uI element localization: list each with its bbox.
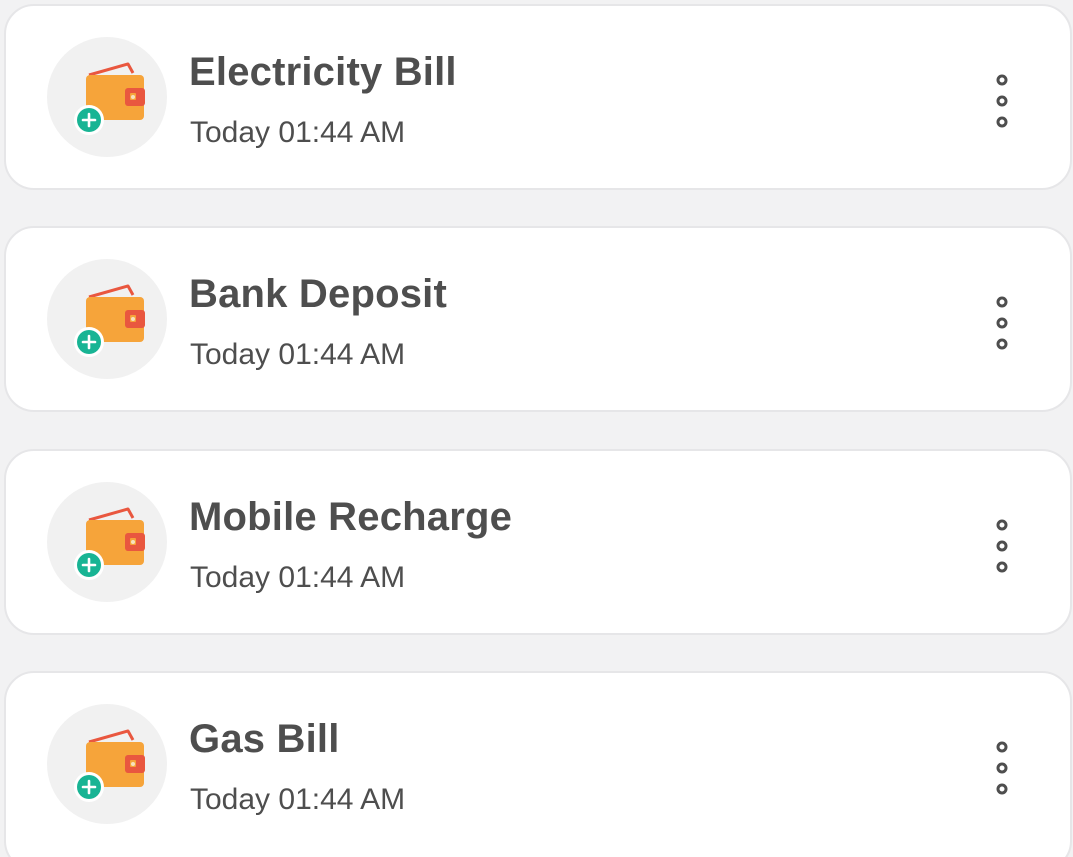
more-vertical-icon [996, 519, 1008, 573]
more-vertical-icon [996, 296, 1008, 350]
transaction-list: Electricity Bill Today 01:44 AM Bank Dep… [0, 0, 1073, 857]
more-options-button[interactable] [985, 64, 1019, 138]
more-vertical-icon [996, 741, 1008, 795]
transaction-icon-container [47, 37, 167, 157]
transaction-card[interactable]: Mobile Recharge Today 01:44 AM [4, 449, 1072, 635]
more-options-button[interactable] [985, 509, 1019, 583]
more-options-button[interactable] [985, 286, 1019, 360]
transaction-card[interactable]: Electricity Bill Today 01:44 AM [4, 4, 1072, 190]
transaction-icon-container [47, 259, 167, 379]
more-vertical-icon [996, 74, 1008, 128]
wallet-add-icon [74, 507, 145, 580]
more-options-button[interactable] [985, 731, 1019, 805]
transaction-title: Electricity Bill [189, 50, 457, 94]
transaction-time: Today 01:44 AM [190, 338, 406, 371]
transaction-title: Bank Deposit [189, 272, 448, 316]
transaction-time: Today 01:44 AM [190, 561, 406, 594]
transaction-time: Today 01:44 AM [190, 116, 406, 149]
wallet-add-icon [74, 284, 145, 357]
transaction-icon-container [47, 704, 167, 824]
wallet-add-icon [74, 62, 145, 135]
transaction-title: Gas Bill [189, 717, 340, 761]
wallet-add-icon [74, 729, 145, 802]
transaction-card[interactable]: Gas Bill Today 01:44 AM [4, 671, 1072, 857]
transaction-title: Mobile Recharge [189, 495, 513, 539]
transaction-time: Today 01:44 AM [190, 783, 406, 816]
transaction-card[interactable]: Bank Deposit Today 01:44 AM [4, 226, 1072, 412]
transaction-icon-container [47, 482, 167, 602]
